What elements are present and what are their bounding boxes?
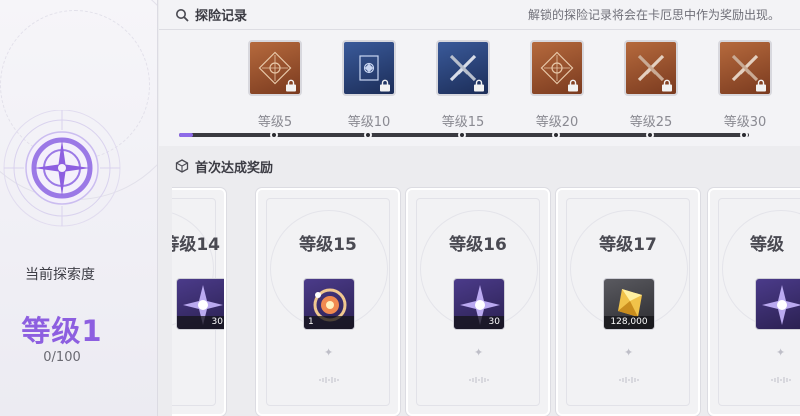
gold-crystal-icon[interactable]: 128,000 [603, 278, 655, 330]
orb-artifact-icon[interactable]: 1 [303, 278, 355, 330]
lock-icon [756, 79, 766, 92]
exploration-progress-fill [179, 133, 194, 137]
reward-quantity: 1 [304, 316, 354, 329]
lock-icon [662, 79, 672, 92]
record-item[interactable]: 等级10 [339, 40, 399, 130]
rewards-header: 首次达成奖励 [159, 150, 800, 182]
sparkle-icon: ✦ [324, 346, 334, 359]
reward-level-label: 等级14 [172, 235, 220, 255]
reward-quantity: 128,000 [604, 316, 654, 329]
exploration-emblem-icon [3, 110, 121, 227]
search-icon [175, 8, 189, 22]
compass-card-icon [248, 40, 302, 96]
compass-card-icon [530, 40, 584, 96]
record-item[interactable]: 等级30 [715, 40, 775, 130]
lock-icon [380, 79, 390, 92]
record-level-label: 等级30 [723, 115, 767, 130]
lock-icon [474, 79, 484, 92]
record-item[interactable]: 等级5 [245, 40, 305, 130]
reward-card[interactable]: 等级 ✦ [708, 188, 800, 416]
record-item[interactable]: 等级25 [621, 40, 681, 130]
record-level-label: 等级15 [441, 115, 485, 130]
milestone-dot [364, 131, 372, 139]
record-item[interactable]: 等级20 [527, 40, 587, 130]
reward-card[interactable]: 等级14 30 ✦ [172, 188, 226, 416]
current-exploration-level: 等级1 [21, 314, 103, 348]
reward-level-label: 等级15 [299, 235, 357, 255]
records-note: 解锁的探险记录将会在卡厄思中作为奖励出现。 [527, 8, 780, 22]
reward-level-label: 等级17 [599, 235, 657, 255]
reward-level-label: 等级16 [449, 235, 507, 255]
reward-card[interactable]: 等级17 128,000 ✦ [556, 188, 700, 416]
reward-card[interactable]: 等级16 30 ✦ [406, 188, 550, 416]
crossed-rifles-icon [436, 40, 490, 96]
cube-icon [175, 159, 189, 173]
reward-level-label: 等级 [750, 235, 784, 255]
crossed-rifles-icon [718, 40, 772, 96]
compass-card-icon [342, 40, 396, 96]
exploration-progress-text: 0/100 [43, 350, 81, 365]
lock-icon [286, 79, 296, 92]
record-item[interactable]: 等级15 [433, 40, 493, 130]
wave-decoration-icon [771, 377, 791, 383]
milestone-dot [270, 131, 278, 139]
star-shard-icon[interactable] [755, 278, 800, 330]
reward-card[interactable]: 等级15 1 ✦ [256, 188, 400, 416]
sparkle-icon: ✦ [624, 346, 634, 359]
records-header: 探险记录 解锁的探险记录将会在卡厄思中作为奖励出现。 [159, 0, 800, 30]
record-level-label: 等级10 [347, 115, 391, 130]
star-shard-icon[interactable]: 30 [453, 278, 505, 330]
current-exploration-label: 当前探索度 [25, 267, 95, 283]
milestone-dot [646, 131, 654, 139]
sparkle-icon: ✦ [776, 346, 786, 359]
crossed-rifles-icon [624, 40, 678, 96]
milestone-dot [552, 131, 560, 139]
sparkle-icon: ✦ [474, 346, 484, 359]
exploration-records-section: 探险记录 解锁的探险记录将会在卡厄思中作为奖励出现。 等级5 等级10 等级15… [159, 0, 800, 146]
wave-decoration-icon [469, 377, 489, 383]
wave-decoration-icon [619, 377, 639, 383]
record-level-label: 等级20 [535, 115, 579, 130]
reward-quantity: 30 [177, 316, 224, 329]
wave-decoration-icon [319, 377, 339, 383]
lock-icon [568, 79, 578, 92]
rewards-title: 首次达成奖励 [195, 160, 274, 176]
record-list: 等级5 等级10 等级15 等级20 等级25 等级30 [159, 40, 800, 130]
reward-card-list[interactable]: 等级14 30 ✦ 等级15 1 ✦ 等级16 30 ✦ 等级17 [172, 184, 800, 416]
star-shard-icon[interactable]: 30 [176, 278, 224, 330]
record-level-label: 等级5 [257, 115, 293, 130]
records-title: 探险记录 [195, 9, 248, 24]
reward-quantity: 30 [454, 316, 504, 329]
exploration-progress-track [179, 131, 749, 139]
milestone-dot [458, 131, 466, 139]
record-level-label: 等级25 [629, 115, 673, 130]
milestone-dot [740, 131, 748, 139]
exploration-panel: 当前探索度 等级1 0/100 [0, 0, 158, 416]
